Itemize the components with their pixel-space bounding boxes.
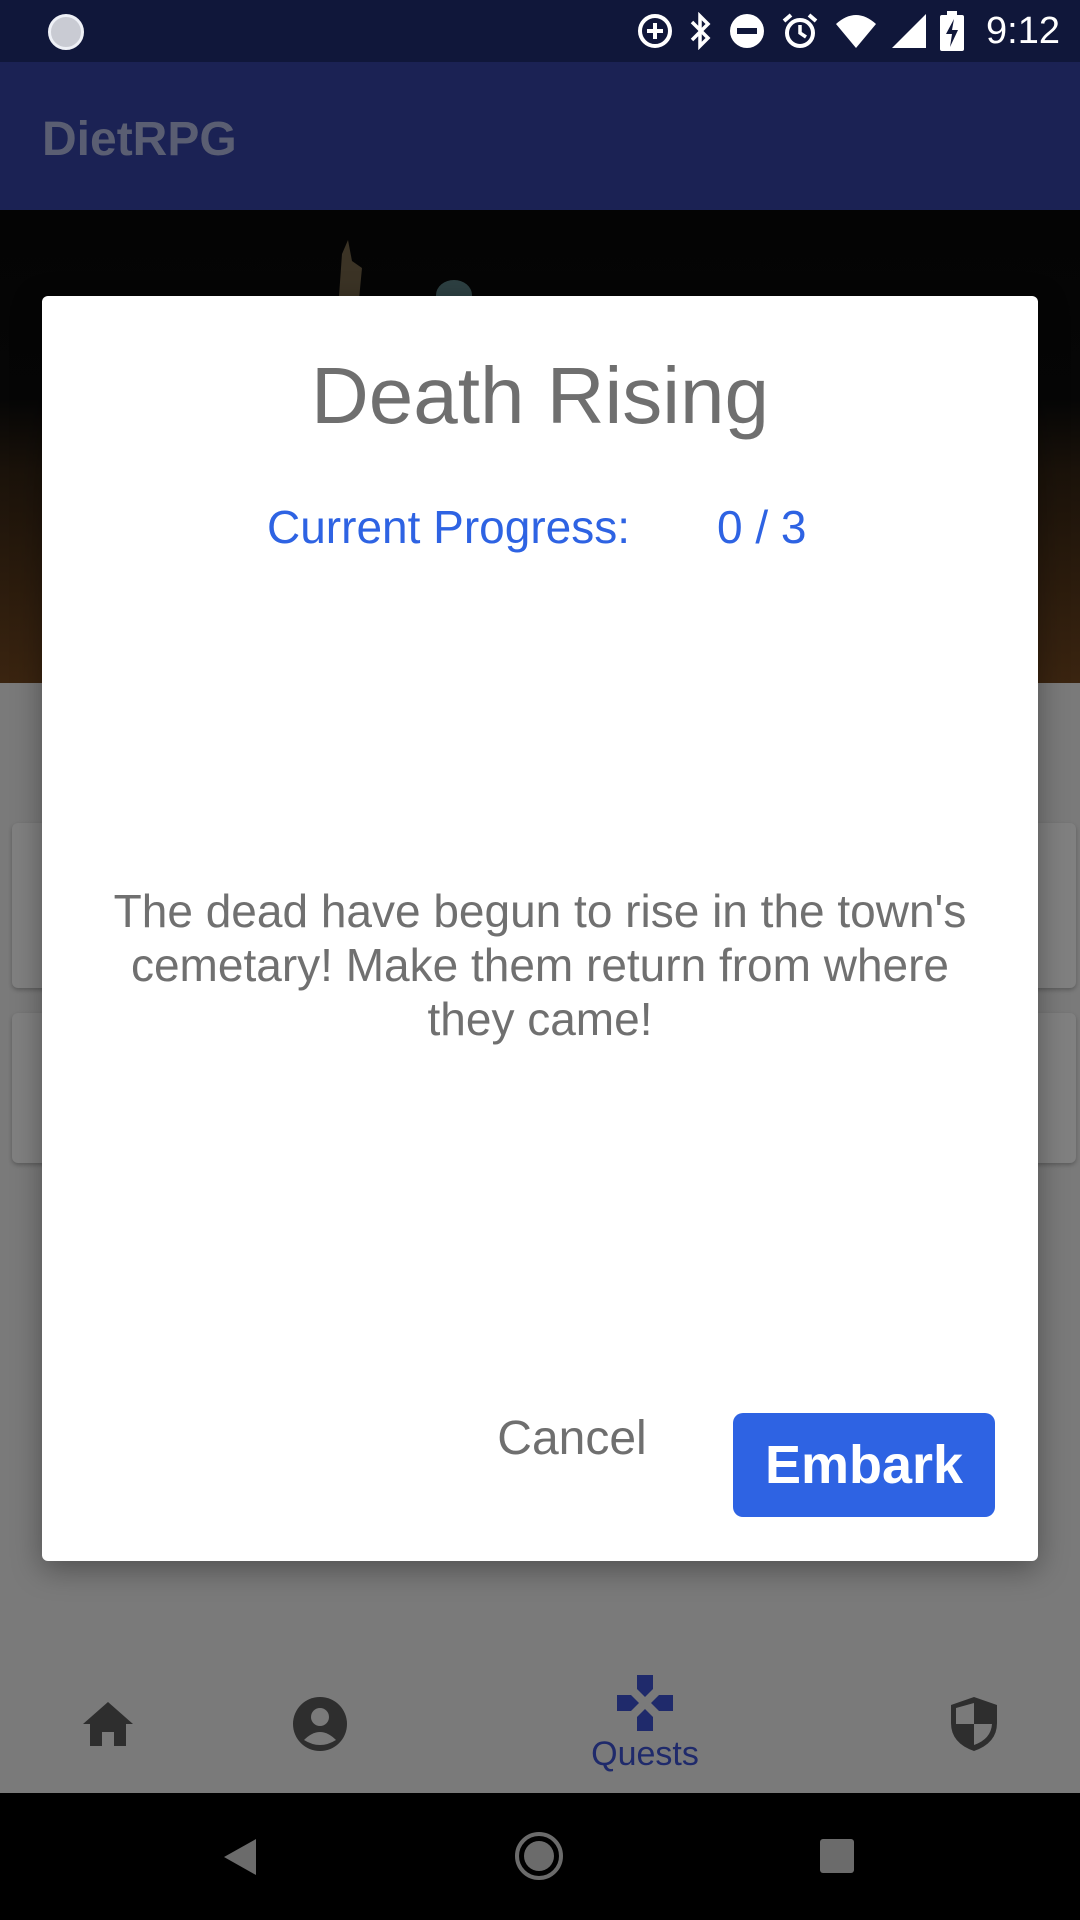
nav-home[interactable]: [60, 1655, 156, 1793]
bottom-navigation: Quests: [0, 1655, 1080, 1793]
battery-charging-icon: [940, 11, 965, 51]
nav-guild[interactable]: [926, 1655, 1022, 1793]
do-not-disturb-icon: [730, 14, 765, 48]
app-title: DietRPG: [42, 113, 237, 166]
gamepad-icon: [617, 1674, 673, 1731]
sync-notification-icon: [48, 14, 84, 50]
cell-signal-icon: [892, 14, 927, 48]
status-bar: 9:12: [0, 0, 1080, 62]
app-bar: DietRPG: [0, 62, 1080, 210]
status-time: 9:12: [986, 9, 1060, 52]
back-icon[interactable]: [222, 1837, 258, 1877]
cancel-button[interactable]: Cancel: [472, 1400, 672, 1476]
shield-icon: [951, 1697, 997, 1751]
nav-profile[interactable]: [272, 1655, 368, 1793]
quest-dialog: Death Rising Current Progress: 0 / 3 The…: [42, 296, 1038, 1561]
alarm-icon: [782, 13, 818, 48]
quest-title: Death Rising: [310, 351, 769, 440]
data-saver-icon: [638, 14, 673, 48]
account-circle-icon: [293, 1697, 347, 1751]
home-icon: [83, 1702, 133, 1746]
embark-button[interactable]: Embark: [733, 1413, 995, 1517]
quest-description: The dead have begun to rise in the town'…: [113, 885, 967, 1045]
nav-quests-label: Quests: [591, 1734, 699, 1773]
recents-icon[interactable]: [820, 1839, 854, 1873]
bluetooth-icon: [690, 12, 711, 50]
system-navigation-bar: [0, 1793, 1080, 1920]
nav-quests[interactable]: Quests: [560, 1655, 730, 1793]
progress-label: Current Progress:: [267, 501, 631, 553]
progress-value: 0 / 3: [717, 501, 807, 553]
wifi-icon: [836, 15, 877, 48]
status-icons: 9:12: [636, 8, 1060, 54]
progress-row: Current Progress: 0 / 3: [42, 500, 1038, 560]
home-button-icon[interactable]: [514, 1831, 564, 1881]
